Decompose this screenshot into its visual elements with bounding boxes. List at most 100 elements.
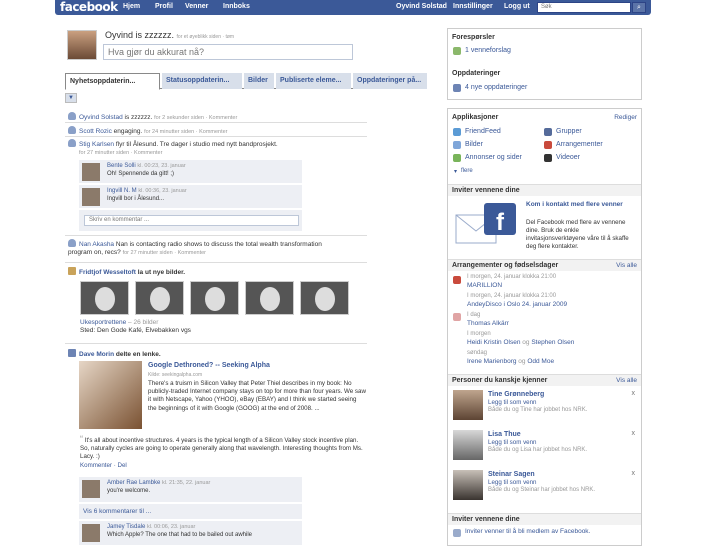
events-icon [544,141,552,149]
status-input[interactable]: Hva gjør du akkurat nå? [103,44,353,60]
person-name[interactable]: Lisa Thue [488,431,521,438]
friendfeed-icon [453,128,461,136]
birthday-day: I dag [467,312,481,318]
close-icon[interactable]: x [632,470,636,477]
nav-logout[interactable]: Logg ut [504,3,530,10]
feed-story: Nan Akasha Nan is contacting radio shows… [68,239,322,256]
app-photos[interactable]: Bilder [465,141,483,148]
requests-panel: Forespørsler 1 venneforslag Oppdateringe… [447,28,642,100]
tab-updates-on[interactable]: Oppdateringer på... [353,73,427,89]
album-info: Ukesportrettene – 26 bilder Sted: Den Go… [80,319,191,334]
birthday-link[interactable]: Odd Moe [527,358,554,365]
comment-avatar[interactable] [82,163,100,181]
event-link[interactable]: MARILLION [467,282,502,289]
person-avatar[interactable] [453,470,483,500]
comment-avatar[interactable] [82,480,100,498]
comment: Jamey Tisdale kl. 00:06, 23. januar Which… [79,521,302,546]
person-avatar[interactable] [453,430,483,460]
app-friendfeed[interactable]: FriendFeed [465,128,501,135]
status-icon [68,139,76,147]
tab-status-updates[interactable]: Statusoppdaterin... [162,73,242,89]
status-meta[interactable]: for et øyeblikk siden · tøm [177,34,235,40]
nav-profile[interactable]: Profil [155,3,173,10]
story-author[interactable]: Nan Akasha [79,241,114,248]
story-meta[interactable]: for 2 sekunder siden · Kommenter [154,115,237,121]
tab-photos[interactable]: Bilder [244,73,274,89]
story-author[interactable]: Scott Rozic [79,128,112,135]
comment-avatar[interactable] [82,524,100,542]
avatar[interactable] [67,30,97,60]
add-friend-link[interactable]: Legg til som venn [488,479,537,486]
link-icon [68,349,76,357]
add-friend-link[interactable]: Legg til som venn [488,399,537,406]
person-note: Både du og Lisa har jobbet hos NRK. [488,447,588,453]
friend-suggest-icon [453,47,461,55]
nav-friends[interactable]: Venner [185,3,208,10]
friend-suggestion-link[interactable]: 1 venneforslag [465,47,511,54]
app-ads-pages[interactable]: Annonser og sider [465,154,522,161]
invite-friends-link[interactable]: Inviter venner til å bli medlem av Faceb… [465,528,635,536]
person-note: Både du og Steinar har jobbet hos NRK. [488,487,596,493]
updates-link[interactable]: 4 nye oppdateringer [465,84,527,91]
story-author[interactable]: Dave Morin [79,351,114,358]
show-all-comments-link[interactable]: Vis 6 kommentarer til ... [83,508,151,515]
comment-author[interactable]: Jamey Tisdale [107,524,145,530]
comment-author[interactable]: Amber Rae Lambke [107,480,160,486]
comment-input[interactable]: Skriv en kommentar ... [84,215,299,226]
story-author[interactable]: Oyvind Solstad [79,114,123,121]
article-image[interactable] [79,361,142,429]
photo-thumbnail[interactable] [135,281,184,315]
birthday-link[interactable]: Heidi Kristin Olsen [467,339,520,346]
person-name[interactable]: Tine Grønneberg [488,391,544,398]
comment-author[interactable]: Ingvill N. M [107,188,137,194]
person-name[interactable]: Steinar Sagen [488,471,535,478]
comment: Ingvill N. M kl. 00:36, 23. januar Ingvil… [79,185,302,209]
comment-author[interactable]: Bente Solli [107,163,136,169]
birthday-link[interactable]: Irene Marienborg [467,358,517,365]
updates-icon [453,84,461,92]
nav-inbox[interactable]: Innboks [223,3,250,10]
close-icon[interactable]: x [632,430,636,437]
tab-posted-items[interactable]: Publiserte eleme... [276,73,351,89]
story-author[interactable]: Fridtjof Wesseltoft [79,269,136,276]
tab-news-feed[interactable]: Nyhetsoppdaterin... [65,73,160,90]
see-all-events-link[interactable]: Vis alle [616,262,637,269]
nav-home[interactable]: Hjem [123,3,140,10]
birthday-link[interactable]: Thomas Alkärr [467,320,509,327]
comment-share-links[interactable]: Kommenter · Del [80,462,127,469]
search-icon[interactable]: ⌕ [632,2,646,13]
story-meta[interactable]: for 27 minutter siden · Kommenter [123,250,206,256]
app-events[interactable]: Arrangementer [556,141,603,148]
more-apps-link[interactable]: flere [461,168,473,174]
status-icon [68,112,76,120]
see-all-people-link[interactable]: Vis alle [616,377,637,384]
event-link[interactable]: AndeyDisco i Oslo 24. januar 2009 [467,301,567,308]
nav-user-name[interactable]: Oyvind Solstad [396,3,447,10]
photo-icon [68,267,76,275]
app-videos[interactable]: Videoer [556,154,580,161]
search-input[interactable]: Søk [537,2,631,13]
chevron-down-icon[interactable]: ▾ [454,168,457,175]
facebook-logo[interactable]: facebook [60,0,118,14]
close-icon[interactable]: x [632,390,636,397]
photo-thumbnail[interactable] [300,281,349,315]
photo-thumbnail[interactable] [245,281,294,315]
app-groups[interactable]: Grupper [556,128,582,135]
add-friend-link[interactable]: Legg til som venn [488,439,537,446]
article-source: Kilde: seekingalpha.com [148,372,203,378]
photo-thumbnail[interactable] [190,281,239,315]
svg-text:f: f [496,209,505,236]
edit-apps-link[interactable]: Rediger [614,114,637,121]
invite-headline-link[interactable]: Kom i kontakt med flere venner [526,201,638,209]
chevron-down-icon[interactable]: ▼ [65,93,77,103]
comment-avatar[interactable] [82,188,100,206]
article-title[interactable]: Google Dethroned? -- Seeking Alpha [148,362,270,369]
album-link[interactable]: Ukesportrettene [80,319,126,326]
story-meta[interactable]: for 27 minutter siden · Kommenter [79,150,162,156]
story-meta[interactable]: for 24 minutter siden · Kommenter [144,129,227,135]
photo-thumbnail[interactable] [80,281,129,315]
birthday-link[interactable]: Stephen Olsen [531,339,574,346]
person-avatar[interactable] [453,390,483,420]
nav-settings[interactable]: Innstillinger [453,3,493,10]
story-author[interactable]: Stig Karlsen [79,141,114,148]
